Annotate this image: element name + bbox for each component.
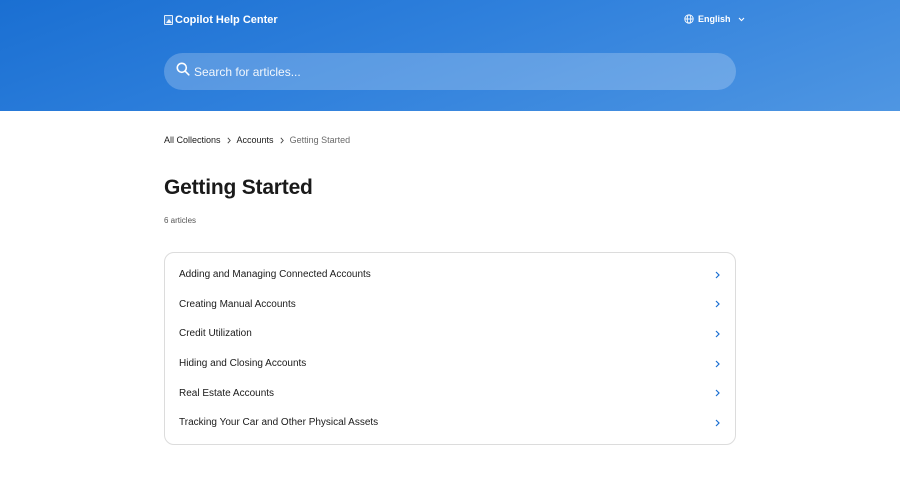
search-icon (176, 62, 190, 81)
logo-text: Copilot Help Center (175, 14, 278, 26)
article-link[interactable]: Tracking Your Car and Other Physical Ass… (165, 408, 735, 438)
breadcrumb-current: Getting Started (289, 135, 351, 145)
search-bar[interactable] (164, 53, 736, 90)
globe-icon (684, 14, 694, 24)
article-title: Real Estate Accounts (179, 387, 275, 399)
article-title: Creating Manual Accounts (179, 298, 296, 310)
chevron-down-icon (738, 17, 745, 22)
chevron-right-icon (280, 137, 284, 144)
breadcrumb: All Collections Accounts Getting Started (164, 134, 350, 146)
chevron-right-icon (715, 300, 720, 308)
breadcrumb-all-collections[interactable]: All Collections (164, 135, 221, 145)
article-link[interactable]: Creating Manual Accounts (165, 290, 735, 320)
chevron-right-icon (715, 271, 720, 279)
article-count: 6 articles (164, 216, 197, 225)
article-title: Credit Utilization (179, 328, 252, 340)
page-title: Getting Started (164, 176, 313, 199)
breadcrumb-accounts[interactable]: Accounts (237, 135, 274, 145)
article-link[interactable]: Hiding and Closing Accounts (165, 349, 735, 379)
chevron-right-icon (715, 330, 720, 338)
search-input[interactable] (190, 53, 736, 90)
help-center-logo-link[interactable]: Copilot Help Center (164, 13, 278, 27)
language-selector[interactable]: English (684, 13, 745, 25)
article-title: Adding and Managing Connected Accounts (179, 269, 371, 281)
chevron-right-icon (715, 419, 720, 427)
article-title: Tracking Your Car and Other Physical Ass… (179, 417, 379, 429)
broken-image-icon (164, 15, 173, 25)
chevron-right-icon (715, 360, 720, 368)
hero-header: Copilot Help Center English (0, 0, 900, 111)
article-title: Hiding and Closing Accounts (179, 358, 307, 370)
chevron-right-icon (715, 389, 720, 397)
language-label: English (698, 14, 731, 24)
chevron-right-icon (226, 137, 231, 144)
article-list: Adding and Managing Connected Accounts C… (164, 252, 736, 445)
article-link[interactable]: Credit Utilization (165, 319, 735, 349)
article-link[interactable]: Adding and Managing Connected Accounts (165, 260, 735, 290)
article-link[interactable]: Real Estate Accounts (165, 378, 735, 408)
